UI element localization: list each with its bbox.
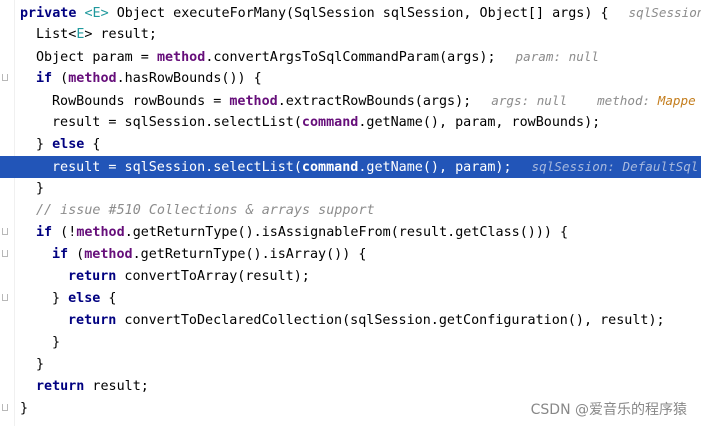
code-line[interactable]: if (!method.getReturnType().isAssignable…: [18, 222, 701, 244]
code-line[interactable]: }: [18, 354, 701, 376]
code-line[interactable]: result = sqlSession.selectList(command.g…: [18, 112, 701, 134]
code-text: .hasRowBounds()) {: [116, 71, 262, 86]
code-text: .convertArgsToSqlCommandParam(args);: [205, 50, 496, 65]
keyword: else: [68, 291, 101, 306]
code-line[interactable]: if (method.getReturnType().isArray()) {: [18, 244, 701, 266]
code-text: result = sqlSession.selectList(: [52, 115, 302, 130]
debug-inline-value: Mappe: [657, 93, 696, 108]
code-text: }: [36, 137, 53, 152]
code-comment: // issue #510 Collections & arrays suppo…: [36, 203, 375, 218]
field-ref: command: [301, 160, 359, 175]
debug-inline-value: method:: [597, 93, 658, 108]
field-ref: method: [156, 50, 206, 65]
fold-marker-icon[interactable]: [2, 228, 8, 235]
code-text: (: [68, 247, 85, 262]
watermark: CSDN @爱音乐的程序猿: [530, 402, 687, 418]
code-text: {: [100, 291, 117, 306]
debug-inline-value: args: null: [491, 93, 568, 108]
field-ref: method: [76, 225, 125, 240]
code-text: > result;: [84, 27, 157, 42]
code-line[interactable]: RowBounds rowBounds = method.extractRowB…: [18, 90, 701, 112]
code-text: }: [36, 181, 45, 196]
keyword: if: [52, 247, 69, 262]
code-text: .getName(), param);: [358, 160, 512, 175]
code-text: (: [52, 71, 69, 86]
code-text: convertToDeclaredCollection(sqlSession.g…: [116, 313, 665, 328]
code-line[interactable]: Object param = method.convertArgsToSqlCo…: [18, 46, 701, 68]
code-text: }: [36, 357, 45, 372]
code-line[interactable]: if (method.hasRowBounds()) {: [18, 68, 701, 90]
field-ref: method: [229, 94, 278, 109]
code-text: List<: [36, 27, 77, 42]
fold-marker-icon[interactable]: [2, 404, 8, 411]
keyword: return: [68, 313, 117, 328]
code-line[interactable]: }: [18, 332, 701, 354]
code-text: .getReturnType().isArray()) {: [132, 247, 367, 262]
code-text: Object param =: [36, 50, 157, 65]
field-ref: command: [301, 115, 359, 130]
fold-marker-icon[interactable]: [2, 294, 8, 301]
code-line[interactable]: return convertToArray(result);: [18, 266, 701, 288]
field-ref: method: [84, 247, 133, 262]
code-text: .getName(), param, rowBounds);: [358, 115, 601, 130]
code-text: {: [84, 137, 101, 152]
keyword: private: [20, 6, 85, 21]
generic-type: <E>: [84, 6, 109, 21]
code-line[interactable]: } else {: [18, 288, 701, 310]
code-text: result;: [84, 379, 149, 394]
keyword: return: [68, 269, 117, 284]
code-line-signature[interactable]: private <E> Object executeForMany(SqlSes…: [18, 2, 701, 24]
code-line[interactable]: List<E> result;: [18, 24, 701, 46]
code-text: RowBounds rowBounds =: [52, 94, 230, 109]
code-line[interactable]: }: [18, 178, 701, 200]
code-text: .extractRowBounds(args);: [277, 94, 472, 109]
gutter-divider: [14, 0, 15, 426]
keyword: return: [36, 379, 85, 394]
code-text: (!: [52, 225, 77, 240]
code-text: }: [52, 291, 69, 306]
debug-inline-value: sqlSession: DefaultSql: [531, 159, 699, 174]
code-line-content: result = sqlSession.selectList(command.g…: [18, 156, 698, 179]
code-text: result = sqlSession.selectList(: [52, 160, 302, 175]
code-text: }: [20, 401, 29, 416]
keyword: if: [36, 71, 53, 86]
keyword: else: [52, 137, 85, 152]
fold-marker-icon[interactable]: [2, 74, 8, 81]
current-execution-line[interactable]: result = sqlSession.selectList(command.g…: [0, 156, 701, 178]
keyword: if: [36, 225, 53, 240]
code-line[interactable]: // issue #510 Collections & arrays suppo…: [18, 200, 701, 222]
debug-inline-value: sqlSession: [628, 5, 701, 20]
debug-inline-value: param: null: [515, 49, 599, 64]
code-text: convertToArray(result);: [116, 269, 310, 284]
code-text: .getReturnType().isAssignableFrom(result…: [124, 225, 569, 240]
code-line[interactable]: return convertToDeclaredCollection(sqlSe…: [18, 310, 701, 332]
code-text: }: [52, 335, 61, 350]
code-line[interactable]: return result;: [18, 376, 701, 398]
code-line[interactable]: } else {: [18, 134, 701, 156]
fold-marker-icon[interactable]: [2, 250, 8, 257]
code-text: Object executeForMany(SqlSession sqlSess…: [108, 6, 609, 21]
field-ref: method: [68, 71, 117, 86]
code-editor[interactable]: private <E> Object executeForMany(SqlSes…: [0, 0, 701, 426]
editor-gutter[interactable]: [0, 0, 18, 426]
